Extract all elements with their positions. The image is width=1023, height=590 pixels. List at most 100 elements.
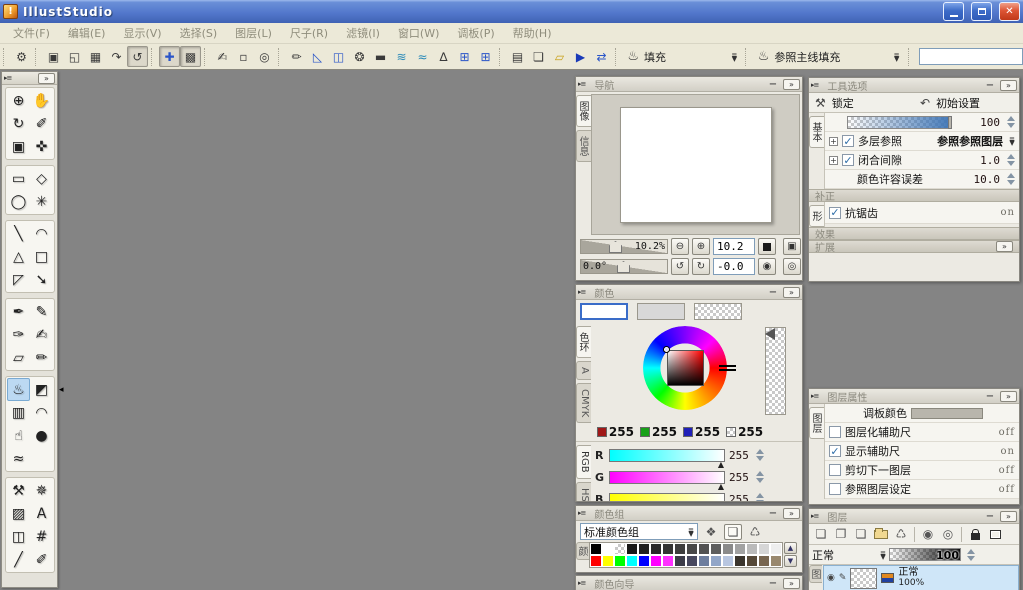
zoom-out-button[interactable]: ⊖	[671, 238, 689, 255]
zoom-in-button[interactable]: ⊕	[692, 238, 710, 255]
compass-icon[interactable]: ❂	[349, 46, 370, 67]
panel-minimize-icon[interactable]: −	[766, 508, 780, 519]
color-swatch[interactable]	[734, 543, 746, 555]
panel-menu-icon[interactable]: ▸≡	[578, 288, 586, 296]
layer-thumbnail[interactable]	[850, 567, 878, 589]
alpha-slider-arrow[interactable]	[765, 328, 775, 340]
color-swatch[interactable]	[650, 555, 662, 567]
toolbar-grip[interactable]	[204, 47, 208, 66]
magic-wand-tool[interactable]: ✳	[30, 190, 53, 213]
color-swatch[interactable]	[614, 555, 626, 567]
color-swatch[interactable]	[590, 543, 602, 555]
color-swatch[interactable]	[758, 543, 770, 555]
toolbar-grip[interactable]	[745, 47, 748, 66]
brush-tool[interactable]: ✑	[7, 323, 30, 346]
edit-pencil-icon[interactable]: ✎	[839, 573, 847, 583]
slider-handle-icon[interactable]: ▲	[718, 482, 724, 491]
perspective-ruler-icon[interactable]: ∆	[433, 46, 454, 67]
sub-color-swatch[interactable]	[637, 303, 685, 320]
multi-reference-checkbox[interactable]	[842, 135, 854, 147]
panel-expand-button[interactable]: »	[1000, 390, 1017, 402]
toolbar-grip[interactable]	[615, 47, 618, 66]
close-gap-checkbox[interactable]	[842, 154, 854, 166]
blend-mode-select[interactable]: 正常 ≡ ▼	[812, 547, 886, 563]
tab-image[interactable]: 图像	[576, 95, 591, 127]
expand-section-button[interactable]: »	[996, 241, 1013, 252]
lasso-tool[interactable]: ◯	[7, 190, 30, 213]
fill-tool[interactable]: ♨	[7, 378, 30, 401]
color-swatch[interactable]	[722, 543, 734, 555]
stroke2-tool[interactable]: ✐	[30, 548, 53, 571]
eyedropper-tool[interactable]: ✐	[30, 112, 53, 135]
settings-icon[interactable]: ⚙	[11, 46, 32, 67]
panel-menu-icon[interactable]: ▸≡	[578, 80, 586, 88]
section-expand[interactable]: 扩展 »	[809, 240, 1019, 254]
3d-tool[interactable]: ◫	[7, 525, 30, 548]
menu-item[interactable]: 帮助(H)	[504, 23, 561, 43]
menu-item[interactable]: 滤镜(I)	[337, 23, 389, 43]
delete-layer-icon[interactable]: ♺	[892, 526, 910, 543]
new-raster-layer-icon[interactable]: ❐	[832, 526, 850, 543]
curve-ruler-icon[interactable]: ≈	[412, 46, 433, 67]
rotate-view-icon[interactable]: ↷	[106, 46, 127, 67]
transparent-color-swatch[interactable]	[694, 303, 742, 320]
menu-item[interactable]: 选择(S)	[171, 23, 227, 43]
color-swatch[interactable]	[626, 543, 638, 555]
panel-expand-button[interactable]: »	[38, 72, 55, 84]
toolbar-grip[interactable]	[499, 47, 503, 66]
finger-tool[interactable]: ☝	[7, 424, 30, 447]
panel-minimize-icon[interactable]: −	[766, 578, 780, 589]
close-button[interactable]: ✕	[999, 2, 1020, 21]
selection-display-icon[interactable]: ▩	[180, 46, 201, 67]
hue-marker[interactable]	[719, 365, 736, 371]
reference-fill-dropdown[interactable]: ♨ 参照主线填充 ≡ ▼	[753, 46, 905, 67]
new-vector-layer-icon[interactable]: ❏	[852, 526, 870, 543]
color-swatch[interactable]	[686, 543, 698, 555]
zoom-tool[interactable]: ⊕	[7, 89, 30, 112]
tab-info[interactable]: 信息	[576, 130, 591, 162]
snap-circle-icon[interactable]: ◎	[254, 46, 275, 67]
text-tool[interactable]: A	[30, 502, 53, 525]
color-swatch[interactable]	[686, 555, 698, 567]
tab-hsv[interactable]: HSV	[576, 481, 591, 501]
toolbar-grip[interactable]	[3, 47, 7, 66]
blue-slider[interactable]: ▲	[609, 492, 725, 501]
screen-mode-icon[interactable]: ▣	[43, 46, 64, 67]
panel-menu-icon[interactable]: ▸≡	[578, 579, 586, 587]
color-swatch[interactable]	[746, 543, 758, 555]
opacity-spinner[interactable]	[1007, 116, 1015, 128]
opacity-slider-handle[interactable]	[948, 115, 952, 129]
color-swatch[interactable]	[638, 555, 650, 567]
alpha-bar[interactable]	[765, 327, 786, 415]
panel-minimize-icon[interactable]: −	[766, 287, 780, 298]
tab-cmyk[interactable]: CMYK	[576, 382, 591, 424]
perspective-tool[interactable]: ▨	[7, 502, 30, 525]
color-swatch[interactable]	[710, 555, 722, 567]
swatch-scroll-up[interactable]: ▲	[784, 542, 797, 554]
airbrush-tool[interactable]: ✍	[30, 323, 53, 346]
sync-icon[interactable]: ⇄	[591, 46, 612, 67]
zoom-value-input[interactable]	[713, 238, 755, 255]
cube-icon[interactable]: ◫	[328, 46, 349, 67]
spray-tool[interactable]: ✵	[30, 479, 53, 502]
color-swatch[interactable]	[590, 555, 602, 567]
color-swatch[interactable]	[710, 543, 722, 555]
polyline-tool[interactable]: △	[7, 245, 30, 268]
snap-grid-icon[interactable]: ▫	[233, 46, 254, 67]
mesh-tool[interactable]: #	[30, 525, 53, 548]
blend-tool[interactable]: ≈	[7, 447, 30, 470]
panel-list-icon[interactable]: ▤	[507, 46, 528, 67]
angle-value-input[interactable]	[713, 258, 755, 275]
color-swatch[interactable]	[674, 555, 686, 567]
marquee-tool[interactable]: ▭	[7, 167, 30, 190]
marker-tool[interactable]: ✏	[30, 346, 53, 369]
initial-settings-button[interactable]: ↶ 初始设置	[914, 95, 1019, 111]
property-checkbox[interactable]	[829, 483, 841, 495]
color-set-icon[interactable]: ❖	[702, 524, 720, 540]
red-spinner[interactable]	[755, 449, 764, 462]
fit-screen-button[interactable]: ▣	[783, 238, 801, 255]
color-swatch[interactable]	[602, 543, 614, 555]
color-swatch[interactable]	[626, 555, 638, 567]
set-square-icon[interactable]: ◺	[307, 46, 328, 67]
pages-icon[interactable]: ❏	[528, 46, 549, 67]
